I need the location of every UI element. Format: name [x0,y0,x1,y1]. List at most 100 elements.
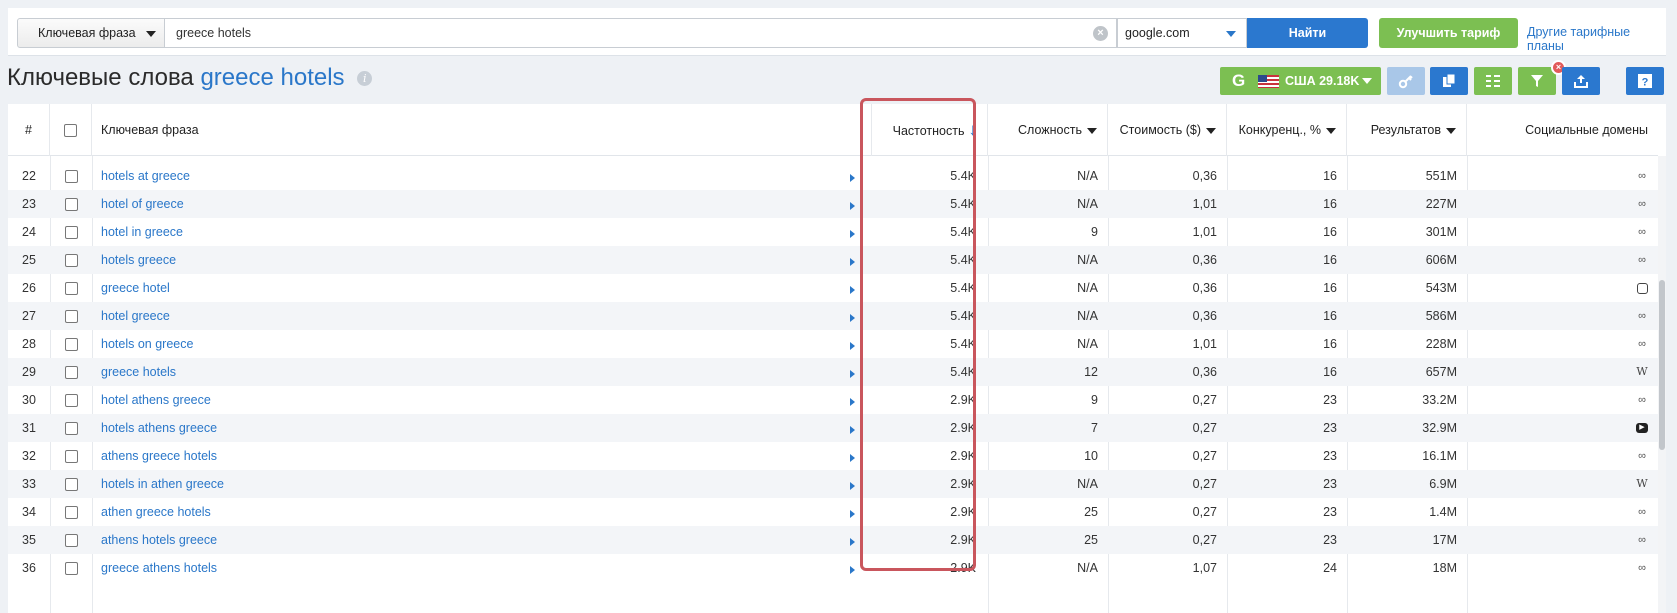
social-domain-cell[interactable]: ∞ [1467,554,1658,584]
row-checkbox-cell[interactable] [50,498,92,528]
row-checkbox-cell[interactable] [50,414,92,444]
expand-arrow-icon[interactable] [846,246,860,276]
social-domain-cell[interactable]: ∞ [1467,162,1658,192]
header-difficulty[interactable]: Сложность [988,104,1108,156]
wikipedia-icon[interactable]: W [1636,478,1648,489]
keyword-link[interactable]: greece hotels [92,358,872,388]
row-checkbox[interactable] [64,506,78,520]
search-mode-select[interactable]: Ключевая фраза [17,18,165,48]
upgrade-plan-button[interactable]: Улучшить тариф [1379,18,1518,48]
expand-arrow-icon[interactable] [846,554,860,584]
keyword-link[interactable]: hotels at greece [92,162,872,192]
keyword-link[interactable]: greece athens hotels [92,554,872,584]
row-checkbox-cell[interactable] [50,554,92,584]
social-domain-cell[interactable]: ∞ [1467,190,1658,220]
row-checkbox[interactable] [64,170,78,184]
expand-arrow-icon[interactable] [846,274,860,304]
expand-arrow-icon[interactable] [846,414,860,444]
row-checkbox-cell[interactable] [50,330,92,360]
keyword-link[interactable]: hotels in athen greece [92,470,872,500]
keyword-link[interactable]: hotel greece [92,302,872,332]
social-domain-cell[interactable]: ∞ [1467,386,1658,416]
expand-arrow-icon[interactable] [846,190,860,220]
expand-arrow-icon[interactable] [846,218,860,248]
tripadvisor-icon[interactable]: ∞ [1636,451,1648,462]
keyword-link[interactable]: hotel in greece [92,218,872,248]
filter-button[interactable] [1518,67,1556,95]
header-keyword[interactable]: Ключевая фраза [92,104,872,156]
header-frequency[interactable]: Частотность ↓ [872,104,988,156]
expand-arrow-icon[interactable] [846,358,860,388]
row-checkbox[interactable] [64,254,78,268]
expand-arrow-icon[interactable] [846,330,860,360]
row-checkbox-cell[interactable] [50,358,92,388]
row-checkbox[interactable] [64,478,78,492]
tripadvisor-icon[interactable]: ∞ [1636,311,1648,322]
keyword-link[interactable]: hotel of greece [92,190,872,220]
social-domain-cell[interactable]: W [1467,470,1658,500]
row-checkbox-cell[interactable] [50,526,92,556]
find-button[interactable]: Найти [1247,18,1368,48]
tripadvisor-icon[interactable]: ∞ [1636,395,1648,406]
youtube-icon[interactable]: ▶ [1636,423,1648,434]
row-checkbox[interactable] [64,198,78,212]
row-checkbox[interactable] [64,422,78,436]
social-domain-cell[interactable]: ∞ [1467,498,1658,528]
tripadvisor-icon[interactable]: ∞ [1636,507,1648,518]
row-checkbox[interactable] [64,450,78,464]
header-cost[interactable]: Стоимость ($) [1108,104,1227,156]
row-checkbox-cell[interactable] [50,162,92,192]
row-checkbox[interactable] [64,338,78,352]
tripadvisor-icon[interactable]: ∞ [1636,339,1648,350]
row-checkbox-cell[interactable] [50,218,92,248]
header-competition[interactable]: Конкуренц., % [1227,104,1347,156]
key-button[interactable] [1387,67,1425,95]
row-checkbox[interactable] [64,310,78,324]
expand-arrow-icon[interactable] [846,498,860,528]
tripadvisor-icon[interactable]: ∞ [1636,227,1648,238]
header-results[interactable]: Результатов [1347,104,1467,156]
row-checkbox-cell[interactable] [50,386,92,416]
search-input[interactable]: greece hotels × [165,18,1117,48]
row-checkbox-cell[interactable] [50,190,92,220]
scrollbar-thumb[interactable] [1659,280,1665,450]
row-checkbox[interactable] [64,394,78,408]
instagram-icon[interactable] [1637,282,1648,294]
expand-arrow-icon[interactable] [846,162,860,192]
social-domain-cell[interactable]: ∞ [1467,442,1658,472]
columns-button[interactable] [1474,67,1512,95]
row-checkbox[interactable] [64,226,78,240]
tripadvisor-icon[interactable]: ∞ [1636,171,1648,182]
export-button[interactable] [1562,67,1600,95]
keyword-link[interactable]: hotels athens greece [92,414,872,444]
keyword-link[interactable]: hotels on greece [92,330,872,360]
keyword-link[interactable]: hotels greece [92,246,872,276]
tripadvisor-icon[interactable]: ∞ [1636,563,1648,574]
row-checkbox-cell[interactable] [50,470,92,500]
row-checkbox[interactable] [64,282,78,296]
keyword-link[interactable]: athen greece hotels [92,498,872,528]
copy-button[interactable] [1430,67,1468,95]
expand-arrow-icon[interactable] [846,442,860,472]
tripadvisor-icon[interactable]: ∞ [1636,535,1648,546]
keyword-link[interactable]: greece hotel [92,274,872,304]
social-domain-cell[interactable]: ∞ [1467,302,1658,332]
row-checkbox[interactable] [64,562,78,576]
social-domain-cell[interactable] [1467,274,1658,304]
header-social[interactable]: Социальные домены [1467,104,1658,156]
region-select-button[interactable]: G США 29.18K [1220,67,1381,95]
social-domain-cell[interactable]: W [1467,358,1658,388]
tripadvisor-icon[interactable]: ∞ [1636,255,1648,266]
expand-arrow-icon[interactable] [846,386,860,416]
select-all-checkbox[interactable] [64,124,77,138]
help-button[interactable]: ? [1626,67,1664,95]
row-checkbox-cell[interactable] [50,302,92,332]
keyword-link[interactable]: athens greece hotels [92,442,872,472]
header-select-all[interactable] [50,104,92,156]
social-domain-cell[interactable]: ▶ [1467,414,1658,444]
social-domain-cell[interactable]: ∞ [1467,526,1658,556]
social-domain-cell[interactable]: ∞ [1467,246,1658,276]
keyword-link[interactable]: hotel athens greece [92,386,872,416]
social-domain-cell[interactable]: ∞ [1467,218,1658,248]
row-checkbox-cell[interactable] [50,246,92,276]
